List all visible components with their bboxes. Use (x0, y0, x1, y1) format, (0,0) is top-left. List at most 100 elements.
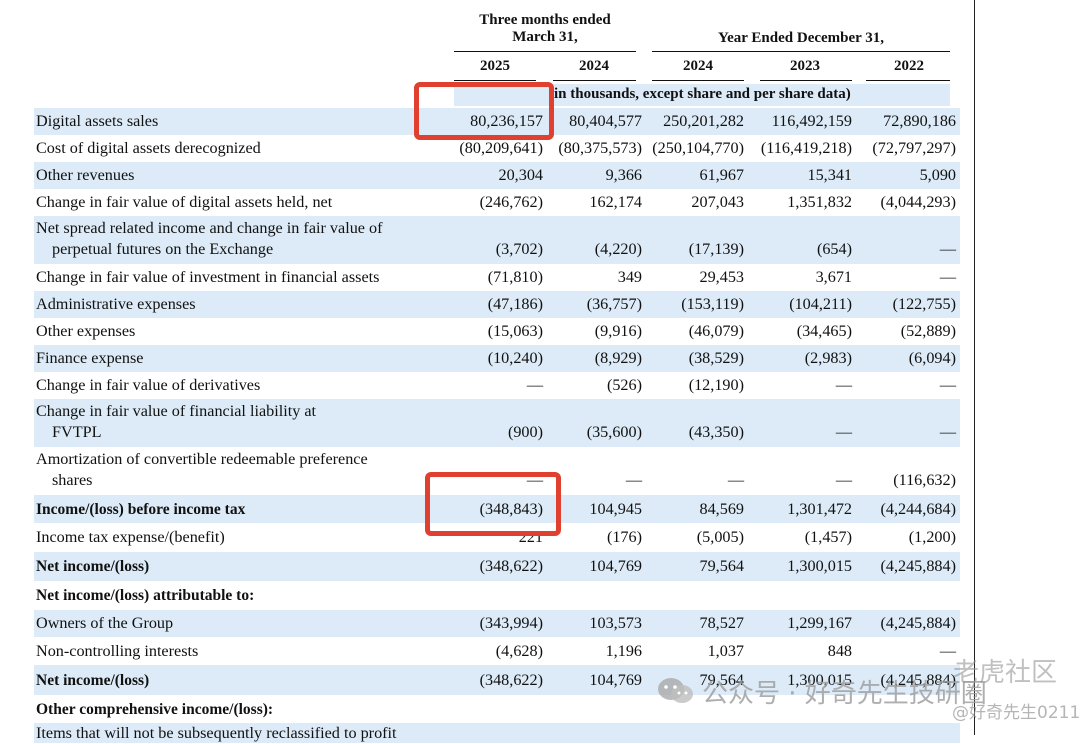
cell-value: (80,209,641) (459, 139, 543, 157)
year-rule-1 (454, 80, 536, 81)
row-label: Digital assets sales (36, 112, 159, 130)
row-label: Amortization of convertible redeemable p… (36, 450, 368, 468)
cell-value: 1,301,472 (787, 500, 852, 518)
cell-value: 15,341 (807, 166, 852, 184)
cell-value: — (939, 240, 956, 258)
cell-value: (153,119) (681, 295, 744, 313)
table-row: Change in fair value of digital assets h… (34, 189, 960, 216)
cell-value: 9,366 (605, 166, 642, 184)
row-label: Administrative expenses (36, 295, 196, 313)
cell-value: 29,453 (699, 268, 744, 286)
year-rule-3 (652, 80, 744, 81)
cell-value: 20,304 (498, 166, 543, 184)
year-col-3: 2024 (683, 58, 713, 74)
cell-value: (4,220) (594, 240, 642, 258)
watermark-main: 公众号 · 好奇先生技研圈 (702, 679, 987, 709)
cell-value: (12,190) (688, 376, 744, 394)
table-row: Administrative expenses (47,186) (36,757) (… (34, 291, 960, 318)
row-label: Change in fair value of derivatives (36, 376, 261, 394)
cell-value: 104,769 (589, 671, 642, 689)
cell-value: (176) (606, 528, 642, 546)
cell-value: (71,810) (487, 268, 543, 286)
cell-value: — (835, 376, 852, 394)
cell-value: — (625, 471, 642, 489)
row-label: Items that will not be subsequently recl… (36, 724, 397, 742)
cell-value: 78,527 (699, 614, 744, 632)
cell-value: (17,139) (688, 240, 744, 258)
cell-value: — (939, 423, 956, 441)
cell-value: — (939, 376, 956, 394)
cell-value: (116,419,218) (760, 139, 852, 157)
table-row: Non-controlling interests (4,628) 1,196 1,0… (34, 637, 960, 665)
cell-value: (80,375,573) (558, 139, 642, 157)
cell-value: (3,702) (495, 240, 543, 258)
year-col-2: 2024 (579, 58, 609, 74)
cell-value: — (835, 423, 852, 441)
row-label: Other revenues (36, 166, 135, 184)
table-row: Change in fair value of financial liabil… (34, 399, 960, 447)
row-label: Other expenses (36, 322, 136, 340)
table-row: Owners of the Group (343,994) 103,573 78,52… (34, 610, 960, 637)
header-rule-three-months (454, 51, 636, 52)
cell-value: (46,079) (688, 322, 744, 340)
cell-value: 103,573 (589, 614, 642, 632)
cell-value: 104,945 (589, 500, 642, 518)
header-rule-year-ended (652, 51, 950, 52)
cell-value: (1,457) (804, 528, 852, 546)
table-row: Other expenses (15,063) (9,916) (46,079) (34… (34, 318, 960, 345)
cell-value: (4,245,884) (880, 614, 956, 632)
table-row: Net spread related income and change in … (34, 216, 960, 264)
cell-value: 116,492,159 (771, 112, 852, 130)
cell-value: 848 (827, 642, 852, 660)
year-rule-4 (760, 80, 852, 81)
cell-value: 162,174 (589, 193, 642, 211)
cell-value: (34,465) (796, 322, 852, 340)
cell-value: 5,090 (919, 166, 956, 184)
row-label: Income/(loss) before income tax (36, 501, 246, 518)
cell-value: (52,889) (900, 322, 956, 340)
year-col-4: 2023 (790, 58, 820, 74)
row-label: Net income/(loss) (36, 558, 150, 575)
highlight-digital-assets-sales (414, 82, 554, 140)
cell-value: 1,196 (605, 642, 642, 660)
cell-value: (343,994) (479, 614, 543, 632)
cell-value: 1,351,832 (787, 193, 852, 211)
cell-value: (526) (606, 376, 642, 394)
cell-value: (104,211) (789, 295, 852, 313)
cell-value: (35,600) (586, 423, 642, 441)
highlight-income-before-tax (425, 472, 561, 536)
cell-value: (122,755) (892, 295, 956, 313)
cell-value: (6,094) (908, 349, 956, 367)
cell-value: (5,005) (696, 528, 744, 546)
row-label: Net spread related income and change in … (36, 219, 383, 237)
row-label: Non-controlling interests (36, 642, 199, 660)
cell-value: (8,929) (594, 349, 642, 367)
year-col-1: 2025 (480, 58, 510, 74)
cell-value: (10,240) (487, 349, 543, 367)
year-col-5: 2022 (894, 58, 924, 74)
header-three-months: Three months ended March 31, (479, 12, 611, 45)
header-year-ended: Year Ended December 31, (717, 30, 885, 46)
table-row: Net income/(loss) (348,622) 104,769 79,564 1… (34, 552, 960, 581)
cell-value: 207,043 (691, 193, 744, 211)
cell-value: (348,622) (479, 671, 543, 689)
table-row: Net income/(loss) attributable to: (34, 581, 960, 610)
cell-value: — (727, 471, 744, 489)
cell-value: (4,245,884) (880, 557, 956, 575)
cell-value: 1,299,167 (787, 614, 852, 632)
cell-value: (47,186) (487, 295, 543, 313)
cell-value: 3,671 (815, 268, 852, 286)
table-row: Items that will not be subsequently recl… (34, 723, 960, 743)
cell-value: 61,967 (699, 166, 744, 184)
cell-value: — (835, 471, 852, 489)
row-label-continued: FVTPL (52, 423, 102, 441)
watermark-corner: 老虎社区 (953, 658, 1058, 688)
cell-value: 349 (617, 268, 642, 286)
watermark-handle: @好奇先生0211 (952, 703, 1080, 723)
cell-value: 1,300,015 (787, 557, 852, 575)
cell-value: (72,797,297) (872, 139, 956, 157)
cell-value: (246,762) (479, 193, 543, 211)
row-label: Net income/(loss) (36, 672, 150, 689)
row-label: Income tax expense/(benefit) (36, 528, 225, 546)
cell-value: (4,628) (495, 642, 543, 660)
